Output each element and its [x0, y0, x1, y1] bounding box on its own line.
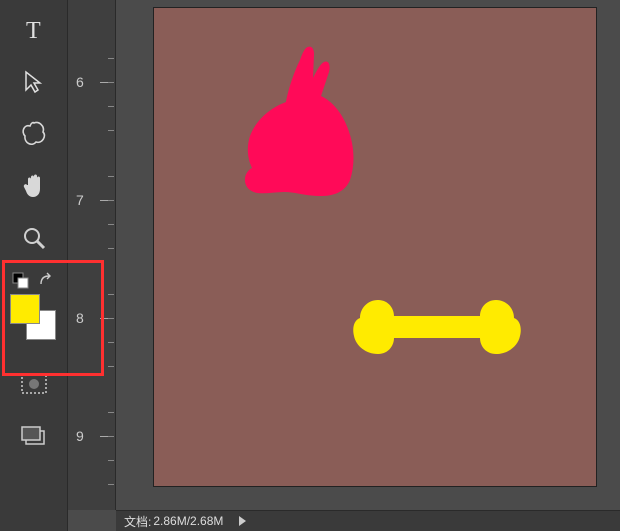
vertical-ruler: 6 7 8 9 — [68, 0, 116, 510]
svg-text:T: T — [26, 18, 41, 44]
canvas[interactable] — [154, 8, 596, 486]
status-bar: 文档: 2.86M/2.68M — [116, 510, 620, 531]
swap-arrows-icon — [38, 272, 56, 290]
text-icon: T — [20, 16, 48, 44]
quick-mask-tool[interactable] — [10, 360, 58, 408]
ruler-tick-label: 8 — [76, 310, 84, 326]
direct-selection-tool[interactable] — [10, 58, 58, 106]
status-value: 2.86M/2.68M — [153, 514, 223, 528]
hand-icon — [19, 171, 49, 201]
magnifier-icon — [20, 224, 48, 252]
rabbit-shape[interactable] — [228, 42, 376, 200]
ruler-tick-label: 9 — [76, 428, 84, 444]
canvas-area — [116, 0, 620, 510]
screen-mode-tool[interactable] — [10, 412, 58, 460]
default-colors-icon — [12, 272, 30, 290]
hand-tool[interactable] — [10, 162, 58, 210]
swap-colors-button[interactable] — [38, 272, 56, 295]
ruler-tick-label: 7 — [76, 192, 84, 208]
custom-shape-tool[interactable] — [10, 110, 58, 158]
flyout-arrow-icon[interactable] — [239, 516, 246, 526]
bone-shape[interactable] — [352, 296, 522, 358]
toolbar: T — [0, 0, 68, 531]
ruler-tick-label: 6 — [76, 74, 84, 90]
foreground-color-swatch[interactable] — [10, 294, 40, 324]
color-swatches — [2, 268, 66, 354]
quickmask-icon — [20, 373, 48, 395]
status-label: 文档: — [124, 513, 151, 530]
blob-icon — [19, 119, 49, 149]
arrow-icon — [20, 68, 48, 96]
default-colors-button[interactable] — [12, 272, 30, 295]
type-tool[interactable]: T — [10, 6, 58, 54]
screenmode-icon — [20, 425, 48, 447]
zoom-tool[interactable] — [10, 214, 58, 262]
